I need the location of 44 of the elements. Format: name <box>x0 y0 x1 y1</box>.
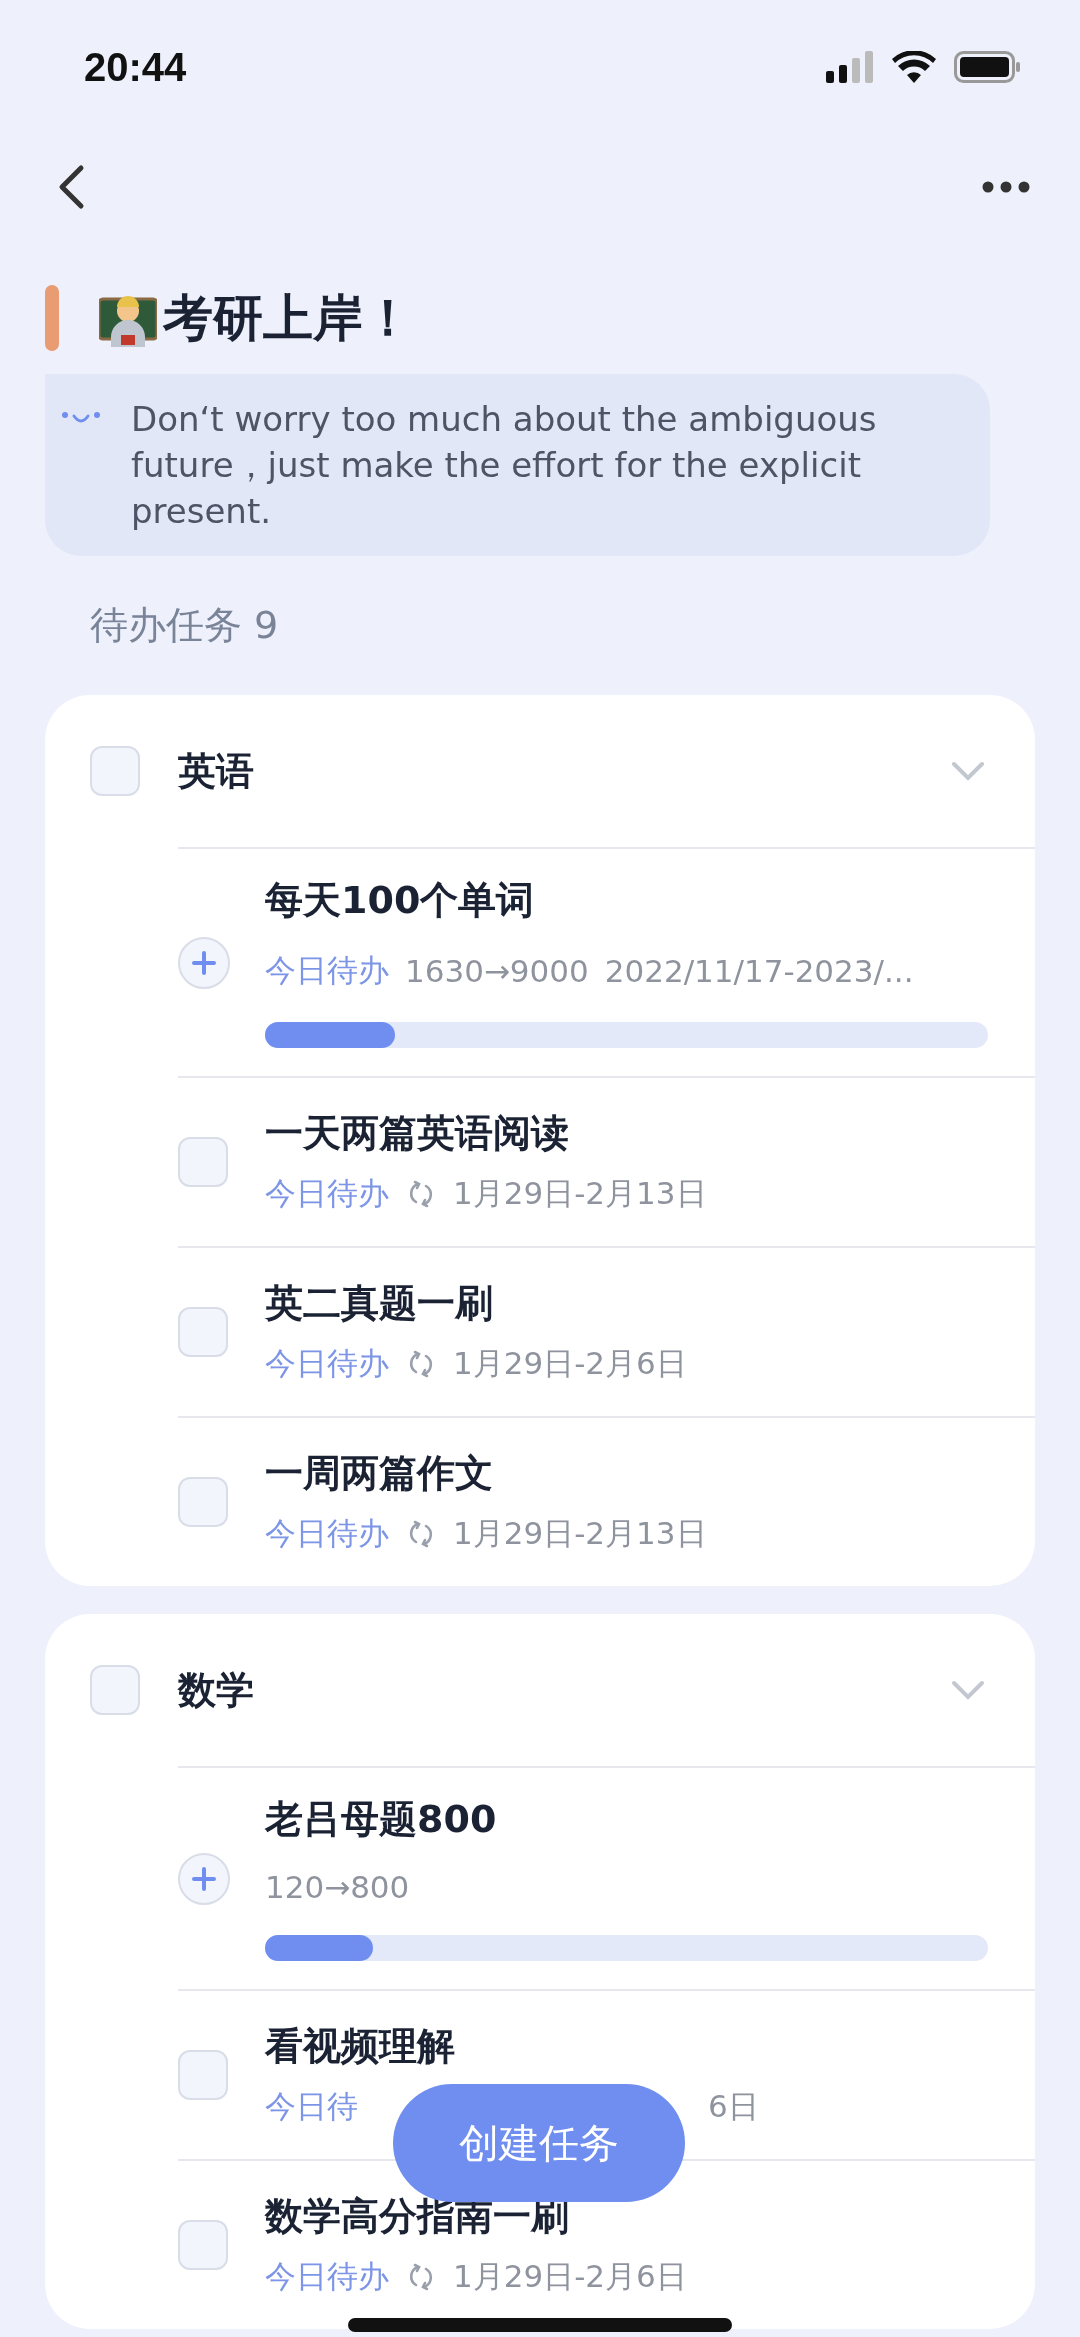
task-title: 老吕母题800 <box>265 1796 498 1843</box>
task-title: 一周两篇作文 <box>265 1449 494 1497</box>
task-date: 1月29日-2月13日 <box>453 1173 707 1213</box>
task-title: 看视频理解 <box>265 2022 456 2070</box>
task-title: 英二真题一刷 <box>265 1279 494 1327</box>
task-date: 2022/11/17-2023/... <box>604 953 914 989</box>
task-checkbox[interactable] <box>178 1137 228 1187</box>
accent-bar <box>45 285 59 351</box>
group-name: 英语 <box>178 747 255 795</box>
chevron-icon[interactable] <box>951 1680 985 1700</box>
task-checkbox[interactable] <box>178 1477 228 1527</box>
task-tag: 今日待办 <box>265 950 389 992</box>
group-checkbox[interactable] <box>90 1665 140 1715</box>
task-checkbox[interactable] <box>178 1307 228 1357</box>
task-date: 1月29日-2月13日 <box>453 1513 707 1553</box>
task-tag: 今日待办 <box>265 1342 389 1385</box>
task-title: 每天100个单词 <box>265 877 536 924</box>
quote-text: Don‘t worry too much about the ambiguous future，just make the effort for the explicit present. <box>131 398 878 533</box>
add-button[interactable] <box>178 1852 230 1905</box>
group-checkbox[interactable] <box>90 746 140 796</box>
task-tag: 今日待办 <box>265 1512 389 1555</box>
task-count: 1630→9000 <box>405 953 589 989</box>
status-time: 20:44 <box>84 44 187 90</box>
task-date: 1月29日-2月6日 <box>453 1343 687 1383</box>
task-tag: 今日待办 <box>265 2255 389 2298</box>
battery-icon <box>954 51 1020 83</box>
task-date: 6日 <box>708 2086 759 2126</box>
task-checkbox[interactable] <box>178 2220 228 2270</box>
add-button[interactable] <box>178 936 230 989</box>
page-title: 考研上岸！ <box>163 287 413 349</box>
task-count: 120→800 <box>265 1869 410 1905</box>
task-checkbox[interactable] <box>178 2050 228 2100</box>
plus-icon <box>191 1865 217 1892</box>
task-tag: 今日待办 <box>265 1172 389 1215</box>
chevron-icon[interactable] <box>951 761 985 781</box>
section-heading: 待办任务 9 <box>90 602 280 649</box>
task-tag: 今日待 <box>265 2085 358 2128</box>
signal-icon <box>826 51 874 83</box>
more-icon[interactable] <box>982 181 1030 193</box>
plus-icon <box>191 949 217 976</box>
wifi-icon <box>892 51 936 83</box>
task-date: 1月29日-2月6日 <box>453 2256 687 2296</box>
group-name: 数学 <box>178 1666 255 1714</box>
task-title: 一天两篇英语阅读 <box>265 1109 570 1157</box>
